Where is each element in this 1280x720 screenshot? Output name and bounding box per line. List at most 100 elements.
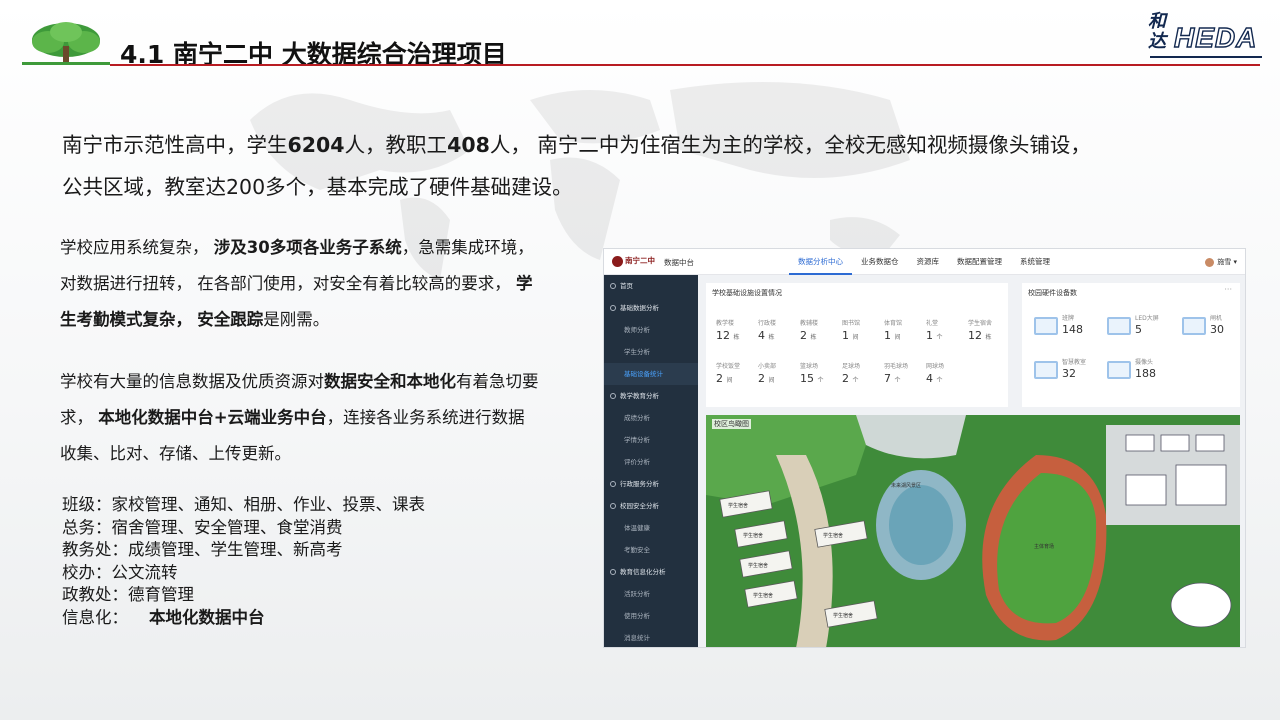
brand-logo-cn: 和达 [1148, 11, 1166, 52]
facility-value: 12 栋 [968, 329, 1010, 342]
facility-label: 学校饭堂 [716, 363, 741, 370]
data-platform-screenshot: 南宁二中 数据中台 数据分析中心 业务数据仓 资源库 数据配置管理 系统管理 施… [603, 248, 1246, 648]
hardware-label: 智慧教室 [1062, 359, 1087, 366]
class-board-icon [1034, 317, 1058, 335]
sidebar-item[interactable]: 教育信息化分析 [604, 561, 698, 583]
facility-label: 足球场 [842, 363, 861, 370]
sidebar-item-label: 教学教育分析 [620, 392, 659, 400]
more-icon[interactable]: ··· [1224, 285, 1232, 294]
facility-stat: 羽毛球场 7 个 [884, 361, 926, 385]
sidebar-item[interactable]: 学情分析 [604, 429, 698, 451]
list-label: 信息化： [62, 607, 128, 627]
facility-unit: 个 [894, 377, 901, 384]
school-emblem-icon [612, 255, 623, 267]
menu-icon [610, 503, 616, 509]
nav-tab-analysis[interactable]: 数据分析中心 [789, 249, 852, 275]
sidebar-item[interactable]: 消息统计 [604, 627, 698, 647]
sidebar-item-label: 基础数据分析 [620, 304, 659, 312]
nav-tab-system[interactable]: 系统管理 [1011, 249, 1059, 275]
list-item: 信息化： 本地化数据中台 [62, 607, 425, 630]
facility-label: 图书馆 [842, 320, 861, 327]
sidebar-item[interactable]: 教学教育分析 [604, 385, 698, 407]
sidebar-item-label: 行政服务分析 [620, 480, 659, 488]
app-nav: 数据分析中心 业务数据仓 资源库 数据配置管理 系统管理 [789, 249, 1059, 275]
app-topbar: 南宁二中 数据中台 数据分析中心 业务数据仓 资源库 数据配置管理 系统管理 施… [604, 249, 1245, 275]
sidebar-item[interactable]: 基础数据分析 [604, 297, 698, 319]
hardware-panel: 校园硬件设备数 ··· 班牌 148 LED大屏 5 闸机 30 智慧教室 32 摄像头 188 [1022, 283, 1240, 407]
sidebar-item[interactable]: 首页 [604, 275, 698, 297]
sidebar-item[interactable]: 活跃分析 [604, 583, 698, 605]
list-item: 政教处：德育管理 [62, 585, 194, 605]
facility-count: 2 [758, 372, 765, 385]
sidebar-item[interactable]: 教师分析 [604, 319, 698, 341]
brand-logo-en: HEDA [1173, 21, 1258, 53]
map-label: 学生宿舍 [743, 532, 763, 539]
user-menu[interactable]: 施雪 ▾ [1205, 257, 1237, 267]
list-item: 总务：宿舍管理、安全管理、食堂消费 [62, 517, 343, 537]
department-list: 班级：家校管理、通知、相册、作业、投票、课表 总务：宿舍管理、安全管理、食堂消费… [62, 494, 425, 630]
hardware-value: 148 [1062, 323, 1083, 336]
map-label: 未来湖风景区 [891, 482, 921, 489]
facility-count: 2 [842, 372, 849, 385]
camera-icon [1107, 361, 1131, 379]
requirements-paragraph: 学校应用系统复杂， 涉及30多项各业务子系统，急需集成环境，对数据进行扭转， 在… [60, 230, 540, 338]
user-name: 施雪 [1217, 258, 1232, 266]
nav-tab-config[interactable]: 数据配置管理 [948, 249, 1011, 275]
sidebar-item-label: 首页 [620, 282, 633, 290]
facility-count: 12 [716, 329, 730, 342]
intro-line-1: 南宁市示范性高中，学生6204人，教职工408人， 南宁二中为住宿生为主的学校，… [62, 124, 1242, 166]
campus-aerial-map[interactable]: 学生宿舍 学生宿舍 学生宿舍 学生宿舍 学生宿舍 学生宿舍 主体育场 未来湖风景… [706, 415, 1240, 648]
menu-icon [610, 283, 616, 289]
sidebar-item-label: 评价分析 [624, 458, 650, 466]
facility-label: 体育馆 [884, 320, 903, 327]
sidebar-item[interactable]: 考勤安全 [604, 539, 698, 561]
facility-label: 篮球场 [800, 363, 819, 370]
sidebar-item[interactable]: 行政服务分析 [604, 473, 698, 495]
facility-unit: 栋 [768, 334, 775, 341]
para-text: 是刚需。 [263, 310, 330, 329]
sidebar-item[interactable]: 学生分析 [604, 341, 698, 363]
sidebar-item[interactable]: 基础设备统计 [604, 363, 698, 385]
sidebar-item[interactable]: 校园安全分析 [604, 495, 698, 517]
sidebar-item[interactable]: 使用分析 [604, 605, 698, 627]
app-sidebar: 首页基础数据分析教师分析 学生分析 基础设备统计教学教育分析 成绩分析学情分析评价分析… [604, 275, 698, 647]
facility-count: 1 [842, 329, 849, 342]
facility-stat: 学生宿舍 12 栋 [968, 318, 1010, 342]
sidebar-item-label: 教育信息化分析 [620, 568, 666, 576]
hardware-label: 班牌 [1062, 315, 1075, 322]
staff-count: 408 [447, 133, 490, 157]
facility-stat: 教学楼 12 栋 [716, 318, 758, 342]
facility-count: 4 [758, 329, 765, 342]
sidebar-item-label: 体温健康 [624, 524, 650, 532]
map-label: 学生宿舍 [728, 502, 748, 509]
smart-classroom-icon [1034, 361, 1058, 379]
sidebar-item[interactable]: 评价分析 [604, 451, 698, 473]
facility-value: 2 栋 [800, 329, 842, 342]
facility-label: 教辅楼 [800, 320, 819, 327]
sidebar-item-label: 成绩分析 [624, 414, 650, 422]
student-count: 6204 [287, 133, 345, 157]
para-highlight: 数据安全和本地化 [324, 372, 456, 391]
facility-stat: 学校饭堂 2 间 [716, 361, 758, 385]
nav-tab-resources[interactable]: 资源库 [908, 249, 949, 275]
facility-unit: 个 [852, 377, 859, 384]
sidebar-item[interactable]: 成绩分析 [604, 407, 698, 429]
sidebar-item[interactable]: 体温健康 [604, 517, 698, 539]
para-highlight: 安全跟踪 [197, 310, 264, 329]
para-text: 学校有大量的信息数据及优质资源对 [60, 372, 324, 391]
heda-logo: 和达 HEDA [1148, 12, 1268, 62]
facility-value: 2 个 [842, 372, 884, 385]
sidebar-item-label: 考勤安全 [624, 546, 650, 554]
facility-value: 4 个 [926, 372, 968, 385]
facility-value: 1 间 [842, 329, 884, 342]
facility-label: 羽毛球场 [884, 363, 909, 370]
intro-line-2: 公共区域，教室达200多个，基本完成了硬件基础建设。 [62, 175, 573, 199]
facility-unit: 个 [817, 377, 824, 384]
menu-icon [610, 305, 616, 311]
app-name: 数据中台 [664, 258, 694, 267]
nav-tab-warehouse[interactable]: 业务数据仓 [852, 249, 908, 275]
facility-label: 网球场 [926, 363, 945, 370]
hardware-value: 30 [1210, 323, 1224, 336]
campus-map-panel: 学生宿舍 学生宿舍 学生宿舍 学生宿舍 学生宿舍 学生宿舍 主体育场 未来湖风景… [706, 415, 1240, 648]
sidebar-item-label: 消息统计 [624, 634, 650, 642]
